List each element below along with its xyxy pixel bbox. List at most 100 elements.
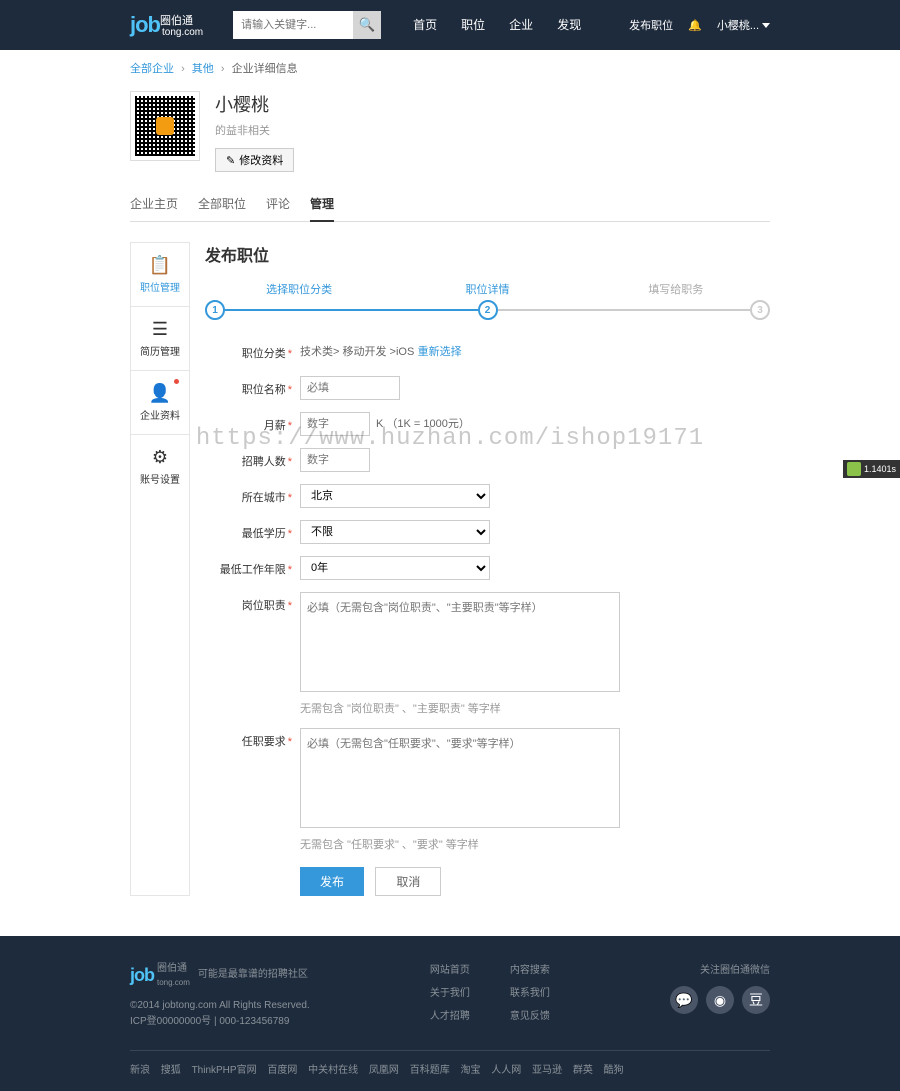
label-city: 所在城市 (242, 492, 286, 504)
footer-bottom-link[interactable]: 群英 (573, 1065, 593, 1076)
steps: 选择职位分类 职位详情 填写给职务 1 2 3 (205, 281, 770, 320)
company-meta: 的益非相关 (215, 122, 294, 138)
tab-reviews[interactable]: 评论 (266, 187, 290, 221)
step-label-3: 填写给职务 (582, 281, 770, 297)
logo-text: job (130, 12, 160, 38)
profile-section: 小樱桃 的益非相关 ✎ 修改资料 (130, 86, 770, 187)
requirement-hint: 无需包含 "任职要求" 、"要求" 等字样 (300, 836, 770, 852)
sidebar: 📋 职位管理 ☰ 简历管理 👤 企业资料 ⚙ 账号设置 (130, 242, 190, 896)
gear-icon: ⚙ (136, 447, 184, 468)
job-name-input[interactable] (300, 376, 400, 400)
user-dropdown[interactable]: 小樱桃... (717, 17, 770, 33)
nav-companies[interactable]: 企业 (497, 0, 545, 50)
footer-bottom-link[interactable]: ThinkPHP官网 (192, 1065, 257, 1076)
submit-button[interactable]: 发布 (300, 867, 364, 896)
label-salary: 月薪 (264, 420, 286, 432)
sidebar-item-resume[interactable]: ☰ 简历管理 (131, 307, 189, 371)
edit-profile-button[interactable]: ✎ 修改资料 (215, 148, 294, 172)
sidebar-item-label: 账号设置 (140, 475, 180, 486)
search-button[interactable]: 🔍 (353, 11, 381, 39)
logo-sub: tong.com (162, 28, 203, 38)
sidebar-item-jobs[interactable]: 📋 职位管理 (131, 243, 189, 307)
logo-cn: 圈伯通 (160, 12, 203, 28)
footer-bottom-link[interactable]: 淘宝 (460, 1065, 480, 1076)
footer-link[interactable]: 联系我们 (510, 984, 550, 999)
company-name: 小樱桃 (215, 91, 294, 117)
footer-bottom-link[interactable]: 酷狗 (604, 1065, 624, 1076)
footer-bottom-link[interactable]: 中关村在线 (308, 1065, 358, 1076)
breadcrumb-current: 企业详细信息 (232, 63, 298, 75)
douban-icon[interactable]: 豆 (742, 986, 770, 1014)
footer-bottom-link[interactable]: 搜狐 (161, 1065, 181, 1076)
experience-select[interactable]: 0年 (300, 556, 490, 580)
responsibility-textarea[interactable] (300, 592, 620, 692)
step-label-2: 职位详情 (393, 281, 581, 297)
label-education: 最低学历 (242, 528, 286, 540)
footer-bottom-link[interactable]: 百科题库 (410, 1065, 450, 1076)
footer-bottom-link[interactable]: 人人网 (491, 1065, 521, 1076)
sidebar-item-label: 职位管理 (140, 283, 180, 294)
footer-bottom-link[interactable]: 百度网 (267, 1065, 297, 1076)
step-circle-1: 1 (205, 300, 225, 320)
tab-all-jobs[interactable]: 全部职位 (198, 187, 246, 221)
breadcrumb: 全部企业 › 其他 › 企业详细信息 (130, 50, 770, 86)
pencil-icon: ✎ (226, 154, 235, 167)
step-circle-3: 3 (750, 300, 770, 320)
footer-link[interactable]: 人才招聘 (430, 1007, 470, 1022)
perf-badge: 1.1401s (843, 460, 900, 478)
footer-slogan: 可能是最靠谱的招聘社区 (198, 967, 308, 983)
footer-bottom-link[interactable]: 凤凰网 (369, 1065, 399, 1076)
search-input[interactable] (233, 11, 353, 39)
footer-link[interactable]: 网站首页 (430, 961, 470, 976)
label-experience: 最低工作年限 (220, 564, 286, 576)
city-select[interactable]: 北京 (300, 484, 490, 508)
user-icon: 👤 (136, 383, 184, 404)
nav-home[interactable]: 首页 (401, 0, 449, 50)
tab-home[interactable]: 企业主页 (130, 187, 178, 221)
footer-bottom-links: 新浪 搜狐 ThinkPHP官网 百度网 中关村在线 凤凰网 百科题库 淘宝 人… (130, 1051, 770, 1076)
footer-copyright: ©2014 jobtong.com All Rights Reserved. (130, 998, 310, 1014)
page-title: 发布职位 (205, 242, 770, 266)
jobs-icon: 📋 (136, 255, 184, 276)
reselect-link[interactable]: 重新选择 (418, 346, 462, 358)
tabs: 企业主页 全部职位 评论 管理 (130, 187, 770, 222)
logo[interactable]: job 圈伯通 tong.com (130, 12, 203, 38)
bell-icon[interactable]: 🔔 (688, 19, 702, 32)
nav-discover[interactable]: 发现 (545, 0, 593, 50)
list-icon: ☰ (136, 319, 184, 340)
breadcrumb-other[interactable]: 其他 (192, 63, 214, 75)
footer-link[interactable]: 内容搜索 (510, 961, 550, 976)
tab-manage[interactable]: 管理 (310, 187, 334, 222)
username: 小樱桃... (717, 17, 759, 33)
footer-logo-text: job (130, 961, 154, 990)
nav-jobs[interactable]: 职位 (449, 0, 497, 50)
cancel-button[interactable]: 取消 (375, 867, 441, 896)
leaf-icon (847, 462, 861, 476)
requirement-textarea[interactable] (300, 728, 620, 828)
sidebar-item-account[interactable]: ⚙ 账号设置 (131, 435, 189, 498)
category-value: 技术类> 移动开发 >iOS (300, 346, 414, 358)
search-icon: 🔍 (359, 17, 376, 33)
qr-code (130, 91, 200, 161)
label-name: 职位名称 (242, 384, 286, 396)
label-headcount: 招聘人数 (242, 456, 286, 468)
publish-link[interactable]: 发布职位 (629, 17, 673, 33)
education-select[interactable]: 不限 (300, 520, 490, 544)
sidebar-item-company[interactable]: 👤 企业资料 (131, 371, 189, 435)
footer-bottom-link[interactable]: 亚马逊 (532, 1065, 562, 1076)
headcount-input[interactable] (300, 448, 370, 472)
salary-input[interactable] (300, 412, 370, 436)
main-nav: 首页 职位 企业 发现 (401, 0, 593, 50)
footer-link[interactable]: 意见反馈 (510, 1007, 550, 1022)
breadcrumb-all[interactable]: 全部企业 (130, 63, 174, 75)
header: job 圈伯通 tong.com 🔍 首页 职位 企业 发现 发布职位 🔔 小樱… (0, 0, 900, 50)
footer-link[interactable]: 关于我们 (430, 984, 470, 999)
footer-icp: ICP登00000000号 | 000-123456789 (130, 1014, 310, 1030)
search-box: 🔍 (233, 11, 381, 39)
wechat-icon[interactable]: 💬 (670, 986, 698, 1014)
footer-bottom-link[interactable]: 新浪 (130, 1065, 150, 1076)
weibo-icon[interactable]: ◉ (706, 986, 734, 1014)
notification-dot-icon (174, 379, 179, 384)
chevron-down-icon (762, 23, 770, 28)
label-responsibility: 岗位职责 (242, 600, 286, 612)
